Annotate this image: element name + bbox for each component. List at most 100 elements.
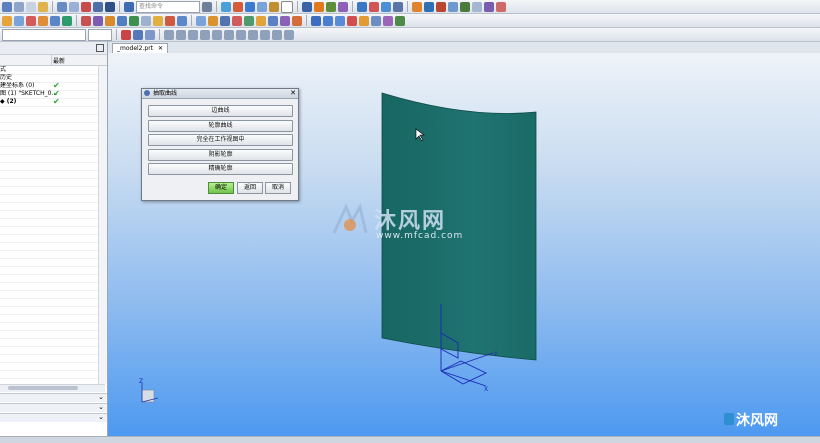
analysis-icon[interactable] [314, 1, 324, 12]
revolve-icon[interactable] [424, 1, 434, 12]
groove-icon[interactable] [141, 15, 151, 26]
sew-icon[interactable] [280, 15, 290, 26]
maximize-icon[interactable] [96, 44, 104, 52]
in-work-view-button[interactable]: 完全在工作视图中 [148, 134, 293, 146]
hole-icon[interactable] [81, 15, 91, 26]
preview-panel[interactable]: ⌄ [0, 413, 107, 422]
wcs-icon[interactable] [357, 1, 367, 12]
boss-icon[interactable] [93, 15, 103, 26]
existing-point-icon[interactable] [236, 29, 246, 40]
command-search-input[interactable]: 查找命令 [136, 0, 200, 13]
offset-surface-icon[interactable] [383, 15, 393, 26]
subtract-icon[interactable] [165, 15, 175, 26]
section-icon[interactable] [338, 1, 348, 12]
cut-icon[interactable] [14, 1, 24, 12]
view-icon[interactable] [105, 1, 115, 12]
deselect-icon[interactable] [133, 29, 143, 40]
blend-icon[interactable] [448, 1, 458, 12]
chamfer-icon[interactable] [460, 1, 470, 12]
pocket-icon[interactable] [105, 15, 115, 26]
intersection-point-icon[interactable] [200, 29, 210, 40]
arrow-icon[interactable] [69, 1, 79, 12]
copy-icon[interactable] [26, 1, 36, 12]
through-curves-icon[interactable] [323, 15, 333, 26]
horizontal-scrollbar[interactable] [0, 384, 105, 392]
bounded-grid-icon[interactable] [272, 29, 282, 40]
measure-icon[interactable] [302, 1, 312, 12]
block-icon[interactable] [26, 15, 36, 26]
select-all-icon[interactable] [121, 29, 131, 40]
point-on-face-icon[interactable] [260, 29, 270, 40]
details-panel[interactable]: ⌄ [0, 403, 107, 412]
datum-plane-icon[interactable] [14, 15, 24, 26]
help-icon[interactable] [124, 1, 134, 12]
point-on-curve-icon[interactable] [248, 29, 258, 40]
snap-off-icon[interactable] [284, 29, 294, 40]
edge-curve-button[interactable]: 边曲线 [148, 105, 293, 117]
n-sided-icon[interactable] [347, 15, 357, 26]
cone-icon[interactable] [50, 15, 60, 26]
scrollbar-thumb[interactable] [8, 386, 78, 390]
quadrant-point-icon[interactable] [224, 29, 234, 40]
shell-icon[interactable] [472, 1, 482, 12]
render-icon[interactable] [257, 1, 267, 12]
cube-icon[interactable] [245, 1, 255, 12]
ok-button[interactable]: 确定 [208, 182, 234, 194]
edge-blend-icon[interactable] [256, 15, 266, 26]
back-button[interactable]: 返回 [237, 182, 263, 194]
control-point-icon[interactable] [188, 29, 198, 40]
chevron-down-icon[interactable]: ⌄ [98, 403, 104, 411]
filter-reset-icon[interactable] [145, 29, 155, 40]
curve-icon[interactable] [326, 1, 336, 12]
mid-point-icon[interactable] [176, 29, 186, 40]
precise-outline-button[interactable]: 精确轮廓 [148, 163, 293, 175]
offset-face-icon[interactable] [220, 15, 230, 26]
outline-curve-button[interactable]: 轮廓曲线 [148, 120, 293, 132]
intersect-icon[interactable] [177, 15, 187, 26]
law-extension-icon[interactable] [371, 15, 381, 26]
unite-icon[interactable] [153, 15, 163, 26]
dependencies-panel[interactable]: ⌄ [0, 393, 107, 402]
close-icon[interactable]: ✕ [290, 89, 296, 98]
move-icon[interactable] [381, 1, 391, 12]
layout-icon[interactable] [93, 1, 103, 12]
search-icon[interactable] [202, 1, 212, 12]
mirror-icon[interactable] [484, 1, 494, 12]
window-icon[interactable] [81, 1, 91, 12]
select-filter-icon[interactable] [233, 1, 243, 12]
shade-icon[interactable] [269, 1, 279, 12]
extrude-icon[interactable] [412, 1, 422, 12]
draft-icon[interactable] [244, 15, 254, 26]
color-icon[interactable] [281, 0, 293, 13]
shadow-outline-button[interactable]: 阴影轮廓 [148, 149, 293, 161]
ruled-icon[interactable] [335, 15, 345, 26]
face-blend-icon[interactable] [268, 15, 278, 26]
slot-icon[interactable] [129, 15, 139, 26]
layer-icon[interactable] [369, 1, 379, 12]
rotate-icon[interactable] [393, 1, 403, 12]
sweep-icon[interactable] [436, 1, 446, 12]
selection-scope-select[interactable] [88, 28, 112, 41]
split-body-icon[interactable] [208, 15, 218, 26]
chevron-down-icon[interactable]: ⌄ [98, 413, 104, 421]
arc-center-icon[interactable] [212, 29, 222, 40]
sketch-icon[interactable] [2, 15, 12, 26]
extension-icon[interactable] [359, 15, 369, 26]
patch-icon[interactable] [292, 15, 302, 26]
chevron-down-icon[interactable]: ⌄ [98, 393, 104, 401]
cylinder-icon[interactable] [38, 15, 48, 26]
trim-body-icon[interactable] [196, 15, 206, 26]
vertical-scrollbar[interactable] [98, 66, 107, 384]
pad-icon[interactable] [117, 15, 127, 26]
snap-icon[interactable] [221, 1, 231, 12]
undo-icon[interactable] [2, 1, 12, 12]
close-icon[interactable]: ✕ [158, 45, 163, 52]
pattern-icon[interactable] [496, 1, 506, 12]
trimmed-sheet-icon[interactable] [395, 15, 405, 26]
cancel-button[interactable]: 取消 [265, 182, 291, 194]
paste-icon[interactable] [38, 1, 48, 12]
thicken-icon[interactable] [232, 15, 242, 26]
sphere-icon[interactable] [62, 15, 72, 26]
surface-grid-icon[interactable] [311, 15, 321, 26]
end-point-icon[interactable] [164, 29, 174, 40]
